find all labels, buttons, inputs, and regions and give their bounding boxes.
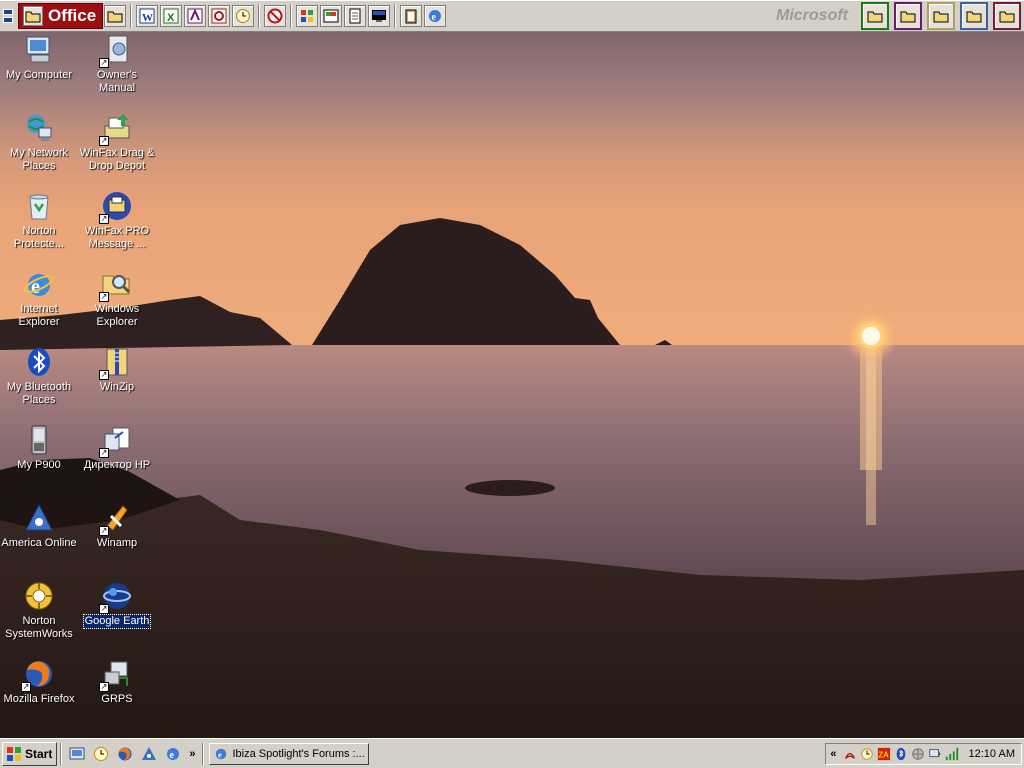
signal-icon[interactable] — [944, 746, 960, 762]
outlook-icon[interactable] — [208, 4, 231, 27]
desktop-icon-norton-systemworks[interactable]: Norton SystemWorks — [0, 580, 78, 641]
clock-icon[interactable] — [859, 746, 875, 762]
tray-expand-button[interactable]: « — [830, 748, 836, 760]
norton-icon[interactable] — [264, 4, 287, 27]
internet-explorer-icon: e — [23, 268, 55, 300]
taskbar-window-button[interactable]: e Ibiza Spotlight's Forums :... — [209, 742, 370, 765]
svg-text:e: e — [432, 12, 437, 23]
desktop-icon-my-bluetooth-places[interactable]: My Bluetooth Places — [0, 346, 78, 407]
desktop-icon-winzip[interactable]: ↗ WinZip — [78, 346, 156, 394]
clock-icon[interactable] — [232, 4, 255, 27]
norton-systemworks-icon — [23, 580, 55, 612]
winamp-icon: ↗ — [99, 502, 133, 536]
recycle-bin-icon — [23, 190, 55, 222]
desktop-icon-my-computer[interactable]: My Computer — [0, 34, 78, 82]
desktop-icon-mozilla-firefox[interactable]: ↗ Mozilla Firefox — [0, 658, 78, 706]
svg-text:X: X — [167, 12, 175, 24]
zonealarm-icon[interactable]: ZA — [876, 746, 892, 762]
document-icon[interactable] — [344, 4, 367, 27]
clipboard-icon[interactable] — [400, 4, 423, 27]
svg-text:e: e — [170, 750, 175, 761]
desktop-icon-my-network-places[interactable]: My Network Places — [0, 112, 78, 173]
windows-icon[interactable] — [296, 4, 319, 27]
system-tray: « ZA 12:10 AM — [825, 742, 1022, 765]
volume-icon[interactable] — [927, 746, 943, 762]
folder-icon[interactable] — [104, 4, 127, 27]
firefox-icon: ↗ — [21, 658, 55, 692]
taskbar: Start e » e Ibiza Spotlight's Forums :..… — [0, 738, 1024, 768]
word-icon[interactable]: W — [136, 4, 159, 27]
aol-icon — [23, 502, 55, 534]
folder-icon — [23, 5, 43, 26]
ie-icon: e — [216, 748, 227, 759]
desktop-icon-norton-protected[interactable]: Norton Protecte... — [0, 190, 78, 251]
phone-icon — [23, 424, 55, 456]
excel-icon[interactable]: X — [160, 4, 183, 27]
svg-text:ZA: ZA — [878, 750, 889, 759]
desktop-icon-winamp[interactable]: ↗ Winamp — [78, 502, 156, 550]
desktop-icon-winfax-depot[interactable]: ↗ WinFax Drag & Drop Depot — [78, 112, 156, 173]
office-title: Office — [48, 5, 97, 25]
windows-logo-icon — [7, 746, 21, 761]
acrobat-icon[interactable] — [842, 746, 858, 762]
ie-icon[interactable]: e — [424, 4, 447, 27]
firefox-icon[interactable] — [115, 744, 135, 764]
office-shortcut-bar: Office W X e Microsoft — [0, 0, 1024, 32]
microsoft-label: Microsoft — [776, 6, 848, 24]
aol-icon[interactable] — [139, 744, 159, 764]
folder-icon[interactable] — [894, 1, 922, 30]
winfax-message-icon: ↗ — [99, 190, 133, 224]
taskbar-window-title: Ibiza Spotlight's Forums :... — [232, 747, 365, 760]
start-label: Start — [25, 746, 53, 761]
show-desktop-icon[interactable] — [67, 744, 87, 764]
desktop-icon-owners-manual[interactable]: ↗ Owner's Manual — [78, 34, 156, 95]
desktop-icon-internet-explorer[interactable]: e Internet Explorer — [0, 268, 78, 329]
desktop-icon-my-p900[interactable]: My P900 — [0, 424, 78, 472]
bluetooth-icon[interactable] — [893, 746, 909, 762]
network-places-icon — [23, 112, 55, 144]
desktop-icon-hp-director[interactable]: ↗ Директор HP — [78, 424, 156, 472]
desktop-icon-windows-explorer[interactable]: ↗ Windows Explorer — [78, 268, 156, 329]
network-icon[interactable] — [910, 746, 926, 762]
clock-icon[interactable] — [91, 744, 111, 764]
svg-text:W: W — [142, 12, 153, 24]
winzip-icon: ↗ — [99, 346, 133, 380]
folder-icon[interactable] — [993, 1, 1021, 30]
winfax-depot-icon: ↗ — [99, 112, 133, 146]
quick-launch-more-button[interactable]: » — [189, 748, 195, 760]
office-menu-button[interactable]: Office — [18, 2, 104, 29]
manual-icon: ↗ — [99, 34, 133, 68]
desktop-icon-america-online[interactable]: America Online — [0, 502, 78, 550]
folder-icon[interactable] — [927, 1, 955, 30]
desktop-icon-winfax-message[interactable]: ↗ WinFax PRO Message ... — [78, 190, 156, 251]
folder-icon[interactable] — [861, 1, 889, 30]
windows-explorer-icon: ↗ — [99, 268, 133, 302]
publisher-icon[interactable] — [184, 4, 207, 27]
desktop-icon-google-earth[interactable]: ↗ Google Earth — [78, 580, 156, 629]
ie-icon[interactable]: e — [163, 744, 183, 764]
folder-icon[interactable] — [960, 1, 988, 30]
svg-text:e: e — [218, 749, 222, 759]
start-button[interactable]: Start — [2, 741, 58, 766]
grps-icon: ↗ — [99, 658, 133, 692]
taskbar-clock[interactable]: 12:10 AM — [969, 748, 1015, 760]
windows-explorer-icon[interactable] — [320, 4, 343, 27]
google-earth-icon: ↗ — [99, 580, 133, 614]
office-bar-grip[interactable] — [0, 1, 16, 31]
hp-director-icon: ↗ — [99, 424, 133, 458]
bluetooth-icon — [23, 346, 55, 378]
display-icon[interactable] — [368, 4, 391, 27]
desktop-icon-grps[interactable]: ↗ GRPS — [78, 658, 156, 706]
my-computer-icon — [23, 34, 55, 66]
